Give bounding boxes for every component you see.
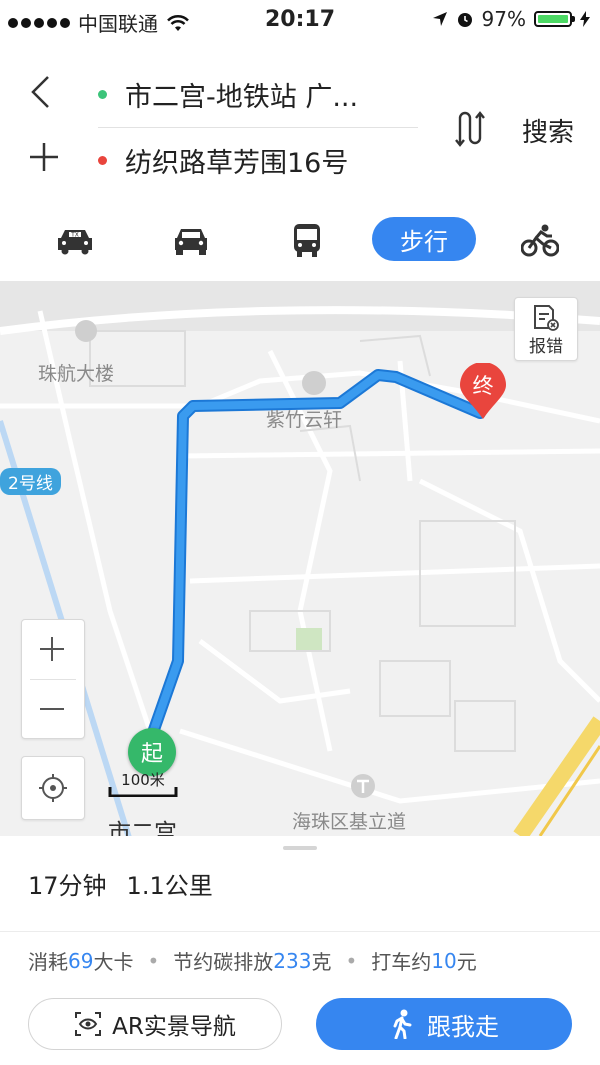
destination-dot: [98, 155, 107, 165]
tab-car[interactable]: [166, 220, 216, 260]
map-view[interactable]: 珠航大楼 紫竹云轩 海珠区基立道 市二宫 2号线 起 终 报错 100米: [0, 281, 600, 836]
swap-route-button[interactable]: [448, 108, 488, 148]
zoom-out-button[interactable]: [22, 680, 82, 738]
locate-icon: [39, 774, 67, 802]
carbon-suffix: 克: [311, 950, 332, 974]
report-label: 报错: [529, 337, 563, 357]
follow-me-button[interactable]: 跟我走: [316, 998, 572, 1050]
report-error-button[interactable]: 报错: [514, 297, 578, 361]
alarm-icon: [457, 13, 472, 27]
swap-icon: [455, 111, 485, 147]
destination-field[interactable]: 纺织路草芳围16号: [98, 138, 348, 182]
zoom-control: [21, 619, 85, 739]
taxi-prefix: 打车约: [371, 950, 432, 974]
car-icon: [175, 229, 207, 255]
charging-icon: [580, 11, 590, 27]
chevron-left-icon: [31, 76, 49, 108]
origin-field[interactable]: 市二宫-地铁站 广...: [98, 72, 358, 116]
stats-separator: •: [147, 948, 160, 973]
calorie-prefix: 消耗: [28, 950, 68, 974]
location-arrow-icon: [432, 12, 447, 26]
tab-taxi[interactable]: TX: [50, 220, 100, 260]
zoom-in-button[interactable]: [22, 620, 82, 678]
calorie-value: 69: [68, 948, 94, 973]
scale-ruler: [108, 787, 178, 797]
battery-percent: 97%: [481, 7, 526, 31]
ar-label: AR实景导航: [112, 1014, 236, 1040]
locate-button[interactable]: [21, 756, 85, 820]
duration: 17分钟: [28, 872, 107, 900]
destination-text: 纺织路草芳围16号: [125, 147, 349, 179]
battery-icon: [534, 11, 575, 27]
ar-eye-icon: [75, 1012, 102, 1036]
zoom-minus-icon: [40, 708, 64, 710]
route-divider: [98, 127, 418, 128]
search-button[interactable]: 搜索: [522, 112, 574, 149]
bus-icon: [294, 224, 320, 257]
poi-shiergong: 市二宫: [108, 820, 177, 836]
add-waypoint-button[interactable]: [26, 140, 62, 180]
tab-bus[interactable]: [282, 220, 332, 260]
svg-text:TX: TX: [70, 232, 79, 239]
taxi-suffix: 元: [456, 950, 477, 974]
panel-drag-handle[interactable]: [283, 846, 317, 850]
plus-icon: [30, 143, 58, 171]
follow-label: 跟我走: [427, 1012, 499, 1041]
taxi-icon: TX: [58, 230, 92, 255]
carbon-prefix: 节约碳排放: [173, 950, 274, 974]
metro-line-badge: 2号线: [0, 468, 61, 495]
back-button[interactable]: [28, 74, 58, 114]
bike-icon: [521, 224, 559, 257]
origin-dot: [98, 89, 107, 99]
tab-walk[interactable]: 步行: [372, 217, 476, 261]
origin-text: 市二宫-地铁站 广...: [125, 81, 359, 113]
walker-icon: [393, 1009, 412, 1039]
distance: 1.1公里: [126, 872, 213, 900]
ar-navigation-button[interactable]: AR实景导航: [28, 998, 282, 1050]
poi-zhuhang: 珠航大楼: [38, 363, 115, 385]
end-marker-label: 终: [472, 374, 494, 398]
tab-bike[interactable]: [515, 220, 565, 260]
taxi-value: 10: [431, 948, 457, 973]
panel-divider: [0, 931, 600, 932]
report-icon: [534, 305, 559, 331]
status-bar: 中国联通 20:17 97%: [0, 0, 600, 40]
calorie-suffix: 大卡: [93, 950, 134, 974]
route-stats: 消耗 69 大卡 • 节约碳排放 233 克 • 打车约 10 元: [28, 946, 477, 975]
scale-bar: 100米: [108, 769, 178, 797]
zoom-plus-icon: [40, 637, 64, 661]
poi-haizhu: 海珠区基立道: [292, 811, 407, 833]
end-marker[interactable]: 终: [458, 363, 508, 421]
route-summary: 17分钟 1.1公里: [28, 866, 233, 901]
stats-separator: •: [345, 948, 358, 973]
carbon-value: 233: [273, 948, 312, 973]
status-right: 97%: [432, 7, 590, 31]
poi-zizhu: 紫竹云轩: [266, 409, 343, 431]
